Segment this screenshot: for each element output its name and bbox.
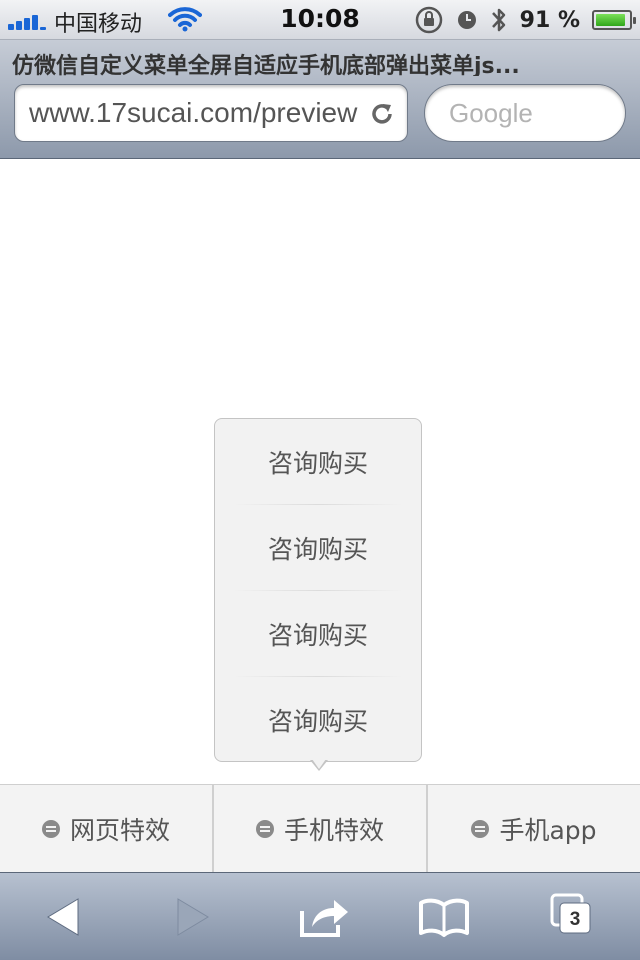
popup-item-consult-3[interactable]: 咨询购买 [215,591,421,676]
battery-level-fill [596,14,626,26]
menu-list-icon [471,819,490,838]
wifi-icon [168,6,202,36]
popup-pointer-inner [312,759,326,769]
popup-item-consult-2[interactable]: 咨询购买 [215,505,421,590]
menu-list-icon [255,819,274,838]
menu-list-icon [41,819,60,838]
browser-address-bar: 仿微信自定义菜单全屏自适应手机底部弹出菜单js... www.17sucai.c… [0,40,640,159]
url-field[interactable]: www.17sucai.com/preview [14,84,408,142]
tab-count: 3 [569,909,581,930]
popup-submenu: 咨询购买 咨询购买 咨询购买 咨询购买 [214,418,422,762]
browser-toolbar: 3 [0,872,640,960]
status-bar: 中国移动 10:08 91 % [0,0,640,40]
url-text: www.17sucai.com/preview [29,97,358,128]
bottom-menu-label: 手机特效 [283,815,384,845]
forward-arrow-icon[interactable] [166,891,218,943]
battery-percent: 91 % [519,7,580,33]
signal-strength-icon [8,12,48,30]
page-title: 仿微信自定义菜单全屏自适应手机底部弹出菜单js... [12,54,520,76]
battery-icon [592,10,636,30]
bluetooth-icon [491,8,505,32]
bottom-menu-mobile-app[interactable]: 手机app [428,785,640,872]
popup-item-consult-4[interactable]: 咨询购买 [215,677,421,762]
bottom-menu-label: 手机app [499,815,597,845]
bottom-menu-mobile-effects[interactable]: 手机特效 [214,785,428,872]
reload-icon[interactable] [369,101,395,127]
bottom-menu-web-effects[interactable]: 网页特效 [0,785,214,872]
tabs-pages-icon[interactable]: 3 [548,891,600,943]
search-field[interactable]: Google [424,84,626,142]
bookmarks-icon[interactable] [418,891,470,943]
bottom-menu-label: 网页特效 [69,815,170,845]
alarm-clock-icon [457,11,476,29]
status-indicators: 91 % [414,5,636,35]
popup-item-consult-1[interactable]: 咨询购买 [215,419,421,504]
rotation-lock-icon [415,6,442,34]
bottom-menu-bar: 网页特效 手机特效 手机app [0,784,640,872]
back-arrow-icon[interactable] [38,891,90,943]
share-icon[interactable] [298,891,350,943]
search-placeholder: Google [449,97,533,128]
carrier-name: 中国移动 [54,12,143,37]
